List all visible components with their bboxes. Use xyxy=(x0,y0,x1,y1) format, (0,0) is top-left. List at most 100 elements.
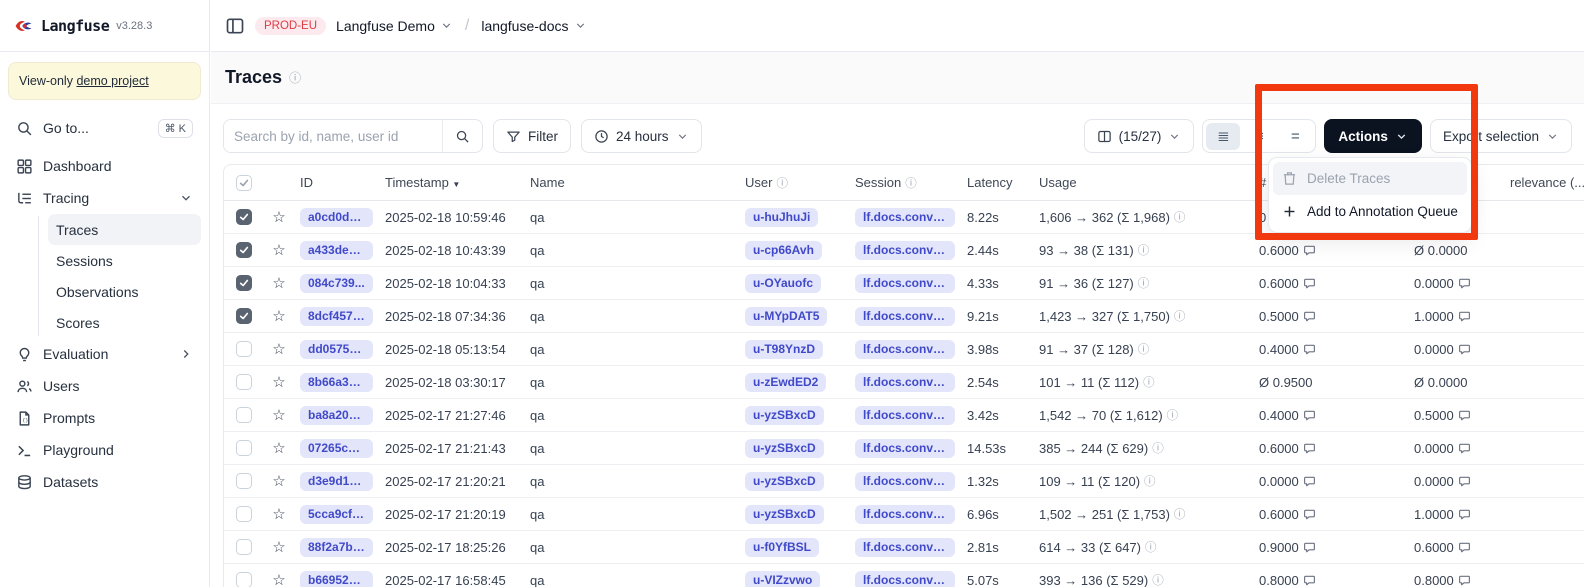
row-checkbox[interactable] xyxy=(236,473,252,489)
sidebar-item-sessions[interactable]: Sessions xyxy=(48,245,201,276)
user-badge[interactable]: u-yzSBxcD xyxy=(745,406,824,425)
table-row[interactable]: ☆d3e9d1f2...2025-02-17 21:20:21qau-yzSBx… xyxy=(224,465,1584,498)
user-badge[interactable]: u-zEwdED2 xyxy=(745,373,826,392)
user-badge[interactable]: u-yzSBxcD xyxy=(745,505,824,524)
row-checkbox[interactable] xyxy=(236,374,252,390)
row-checkbox[interactable] xyxy=(236,308,252,324)
trace-id-badge[interactable]: 88f2a7b0... xyxy=(300,538,373,557)
row-checkbox[interactable] xyxy=(236,209,252,225)
star-icon[interactable]: ☆ xyxy=(272,274,285,292)
table-row[interactable]: ☆5cca9cf2...2025-02-17 21:20:19qau-yzSBx… xyxy=(224,498,1584,531)
sort-timestamp[interactable]: Timestamp ▼ xyxy=(385,175,460,190)
star-icon[interactable]: ☆ xyxy=(272,538,285,556)
row-checkbox[interactable] xyxy=(236,440,252,456)
star-icon[interactable]: ☆ xyxy=(272,571,285,587)
table-row[interactable]: ☆8dcf4574...2025-02-18 07:34:36qau-MYpDA… xyxy=(224,300,1584,333)
user-badge[interactable]: u-f0YfBSL xyxy=(745,538,819,557)
session-badge[interactable]: lf.docs.conversation... xyxy=(855,439,955,458)
org-selector[interactable]: Langfuse Demo xyxy=(336,18,453,34)
select-all-checkbox[interactable] xyxy=(236,175,252,191)
user-badge[interactable]: u-yzSBxcD xyxy=(745,439,824,458)
session-badge[interactable]: lf.docs.conversation... xyxy=(855,373,955,392)
sidebar-item-observations[interactable]: Observations xyxy=(48,276,201,307)
table-row[interactable]: ☆07265c7a...2025-02-17 21:21:43qau-yzSBx… xyxy=(224,432,1584,465)
filter-button[interactable]: Filter xyxy=(493,119,571,153)
project-selector[interactable]: langfuse-docs xyxy=(481,18,586,34)
search-input[interactable] xyxy=(224,120,442,152)
row-height-medium-icon[interactable]: ≡ xyxy=(1242,123,1276,150)
star-icon[interactable]: ☆ xyxy=(272,340,285,358)
trace-id-badge[interactable]: 8b66a34... xyxy=(300,373,373,392)
trace-id-badge[interactable]: a0cd0d9... xyxy=(300,208,373,227)
user-badge[interactable]: u-OYauofc xyxy=(745,274,821,293)
trace-id-badge[interactable]: d3e9d1f2... xyxy=(300,472,373,491)
row-checkbox[interactable] xyxy=(236,341,252,357)
sidebar-item-dashboard[interactable]: Dashboard xyxy=(8,150,201,182)
table-row[interactable]: ☆b669529...2025-02-17 16:58:45qau-VIZzvw… xyxy=(224,564,1584,587)
session-badge[interactable]: lf.docs.conversation... xyxy=(855,571,955,587)
trace-id-badge[interactable]: b669529... xyxy=(300,571,373,587)
row-checkbox[interactable] xyxy=(236,407,252,423)
row-checkbox[interactable] xyxy=(236,539,252,555)
trace-id-badge[interactable]: dd05753... xyxy=(300,340,373,359)
row-height-small-icon[interactable]: ≣ xyxy=(1206,123,1240,150)
user-badge[interactable]: u-yzSBxcD xyxy=(745,472,824,491)
sidebar-item-evaluation[interactable]: Evaluation xyxy=(8,338,201,370)
session-badge[interactable]: lf.docs.conversation... xyxy=(855,472,955,491)
user-badge[interactable]: u-VIZzvwo xyxy=(745,571,820,587)
row-checkbox[interactable] xyxy=(236,572,252,587)
star-icon[interactable]: ☆ xyxy=(272,406,285,424)
actions-button[interactable]: Actions xyxy=(1324,119,1422,153)
star-icon[interactable]: ☆ xyxy=(272,208,285,226)
trace-id-badge[interactable]: 07265c7a... xyxy=(300,439,373,458)
trace-id-badge[interactable]: a433de51... xyxy=(300,241,373,260)
session-badge[interactable]: lf.docs.conversation... xyxy=(855,307,955,326)
table-row[interactable]: ☆ba8a208f...2025-02-17 21:27:46qau-yzSBx… xyxy=(224,399,1584,432)
sidebar-item-tracing[interactable]: Tracing xyxy=(8,182,201,214)
session-badge[interactable]: lf.docs.conversation... xyxy=(855,505,955,524)
export-selection-button[interactable]: Export selection xyxy=(1430,119,1572,153)
session-badge[interactable]: lf.docs.conversation... xyxy=(855,274,955,293)
row-height-large-icon[interactable]: = xyxy=(1278,123,1312,150)
session-badge[interactable]: lf.docs.conversation... xyxy=(855,538,955,557)
session-badge[interactable]: lf.docs.conversation... xyxy=(855,208,955,227)
table-row[interactable]: ☆88f2a7b0...2025-02-17 18:25:26qau-f0YfB… xyxy=(224,531,1584,564)
column-visibility-button[interactable]: (15/27) xyxy=(1084,119,1195,153)
session-badge[interactable]: lf.docs.conversation... xyxy=(855,406,955,425)
sidebar-item-prompts[interactable]: {}Prompts xyxy=(8,402,201,434)
user-badge[interactable]: u-cp66Avh xyxy=(745,241,822,260)
sidebar-item-playground[interactable]: Playground xyxy=(8,434,201,466)
table-row[interactable]: ☆084c739...2025-02-18 10:04:33qau-OYauof… xyxy=(224,267,1584,300)
trace-id-badge[interactable]: 5cca9cf2... xyxy=(300,505,373,524)
sidebar-item-users[interactable]: Users xyxy=(8,370,201,402)
session-badge[interactable]: lf.docs.conversation... xyxy=(855,340,955,359)
time-range-button[interactable]: 24 hours xyxy=(581,119,702,153)
user-badge[interactable]: u-huJhuJi xyxy=(745,208,818,227)
star-icon[interactable]: ☆ xyxy=(272,505,285,523)
sidebar-item-traces[interactable]: Traces xyxy=(48,214,201,245)
sidebar-item-datasets[interactable]: Datasets xyxy=(8,466,201,498)
menu-item-add-to-annotation-queue[interactable]: Add to Annotation Queue xyxy=(1273,195,1467,228)
star-icon[interactable]: ☆ xyxy=(272,307,285,325)
table-row[interactable]: ☆8b66a34...2025-02-18 03:30:17qau-zEwdED… xyxy=(224,366,1584,399)
menu-item-delete-traces[interactable]: Delete Traces xyxy=(1273,162,1467,195)
trace-id-badge[interactable]: ba8a208f... xyxy=(300,406,373,425)
table-row[interactable]: ☆dd05753...2025-02-18 05:13:54qau-T98Ynz… xyxy=(224,333,1584,366)
search-icon[interactable] xyxy=(442,120,482,152)
session-badge[interactable]: lf.docs.conversation... xyxy=(855,241,955,260)
row-checkbox[interactable] xyxy=(236,242,252,258)
table-row[interactable]: ☆a433de51...2025-02-18 10:43:39qau-cp66A… xyxy=(224,234,1584,267)
user-badge[interactable]: u-MYpDAT5 xyxy=(745,307,827,326)
star-icon[interactable]: ☆ xyxy=(272,241,285,259)
goto-search[interactable]: Go to... ⌘ K xyxy=(8,112,201,144)
user-badge[interactable]: u-T98YnzD xyxy=(745,340,823,359)
demo-project-link[interactable]: demo project xyxy=(76,74,148,88)
row-checkbox[interactable] xyxy=(236,275,252,291)
star-icon[interactable]: ☆ xyxy=(272,373,285,391)
sidebar-toggle-icon[interactable] xyxy=(225,16,245,36)
row-checkbox[interactable] xyxy=(236,506,252,522)
sidebar-item-scores[interactable]: Scores xyxy=(48,307,201,338)
trace-id-badge[interactable]: 084c739... xyxy=(300,274,373,293)
trace-id-badge[interactable]: 8dcf4574... xyxy=(300,307,373,326)
star-icon[interactable]: ☆ xyxy=(272,439,285,457)
